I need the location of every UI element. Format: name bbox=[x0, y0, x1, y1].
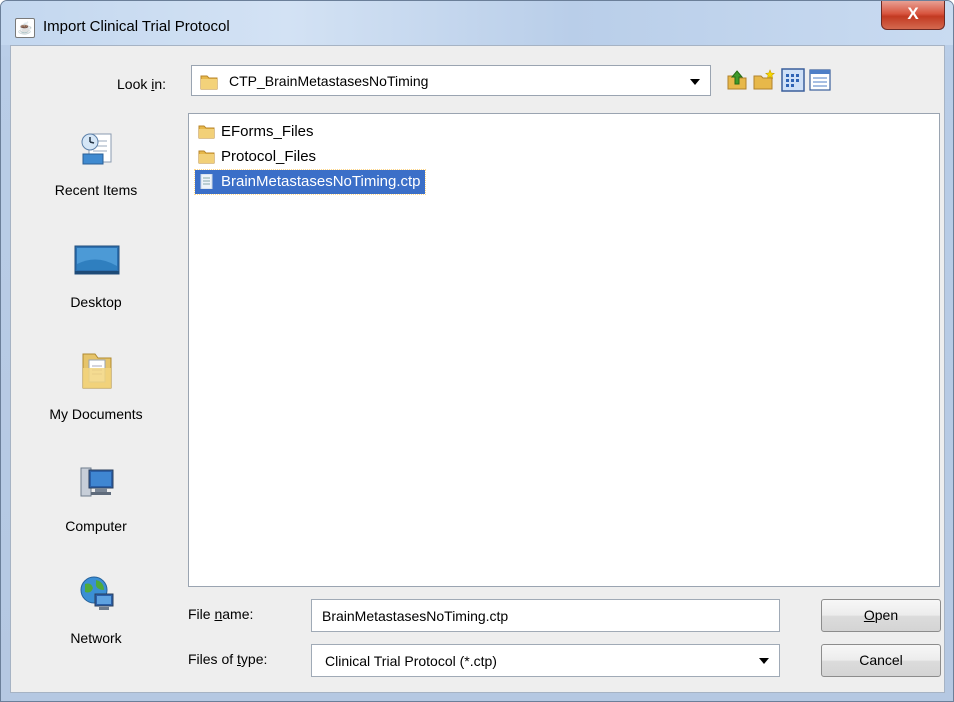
new-folder-icon[interactable] bbox=[752, 68, 776, 92]
dialog-title: Import Clinical Trial Protocol bbox=[43, 18, 230, 35]
place-desktop[interactable]: Desktop bbox=[11, 228, 181, 328]
list-view-icon[interactable] bbox=[781, 68, 805, 92]
network-icon bbox=[80, 576, 114, 610]
list-item-folder[interactable]: EForms_Files bbox=[195, 120, 318, 144]
place-label: Desktop bbox=[70, 294, 122, 310]
chevron-down-icon bbox=[690, 79, 700, 85]
look-in-combo[interactable]: CTP_BrainMetastasesNoTiming bbox=[191, 65, 711, 96]
folder-icon bbox=[198, 125, 215, 139]
dialog-window: ☕ Import Clinical Trial Protocol X Look … bbox=[0, 0, 954, 702]
place-recent-items[interactable]: Recent Items bbox=[11, 116, 181, 216]
place-network[interactable]: Network bbox=[11, 564, 181, 664]
up-folder-icon[interactable] bbox=[725, 68, 749, 92]
place-label: Network bbox=[70, 630, 122, 646]
place-label: Computer bbox=[65, 518, 127, 534]
desktop-icon bbox=[74, 245, 120, 275]
details-view-icon[interactable] bbox=[808, 68, 832, 92]
computer-icon bbox=[80, 467, 114, 497]
look-in-value: CTP_BrainMetastasesNoTiming bbox=[229, 73, 429, 89]
file-name-input[interactable] bbox=[311, 599, 780, 632]
java-app-icon: ☕ bbox=[15, 18, 35, 38]
file-name-label: File name: bbox=[188, 606, 254, 622]
place-label: Recent Items bbox=[54, 182, 138, 198]
file-type-combo[interactable]: Clinical Trial Protocol (*.ctp) bbox=[311, 644, 780, 677]
file-name: BrainMetastasesNoTiming.ctp bbox=[221, 173, 421, 190]
file-list[interactable]: EForms_Files Protocol_Files BrainMetasta… bbox=[188, 113, 940, 587]
dialog-body: Look in: CTP_BrainMetastasesNoTiming Rec… bbox=[10, 45, 945, 693]
chevron-down-icon bbox=[759, 658, 769, 664]
document-icon bbox=[200, 174, 213, 189]
place-my-documents[interactable]: My Documents bbox=[11, 340, 181, 440]
list-item-folder[interactable]: Protocol_Files bbox=[195, 145, 320, 169]
cancel-button[interactable]: Cancel bbox=[821, 644, 941, 677]
place-computer[interactable]: Computer bbox=[11, 452, 181, 552]
list-item-file-selected[interactable]: BrainMetastasesNoTiming.ctp bbox=[194, 169, 426, 195]
place-label: My Documents bbox=[49, 406, 143, 422]
close-button[interactable]: X bbox=[881, 1, 945, 30]
open-button[interactable]: Open bbox=[821, 599, 941, 632]
file-type-value: Clinical Trial Protocol (*.ctp) bbox=[325, 653, 497, 669]
file-name: Protocol_Files bbox=[221, 148, 317, 165]
folder-icon bbox=[198, 150, 215, 164]
places-bar: Recent Items Desktop My Documents Comput… bbox=[11, 108, 181, 688]
title-bar[interactable]: ☕ Import Clinical Trial Protocol X bbox=[1, 1, 953, 45]
folder-icon bbox=[200, 75, 218, 90]
look-in-label: Look in: bbox=[117, 76, 167, 92]
file-type-label: Files of type: bbox=[188, 651, 268, 667]
my-documents-icon bbox=[82, 353, 112, 389]
recent-items-icon bbox=[81, 133, 112, 165]
file-name: EForms_Files bbox=[221, 123, 314, 140]
